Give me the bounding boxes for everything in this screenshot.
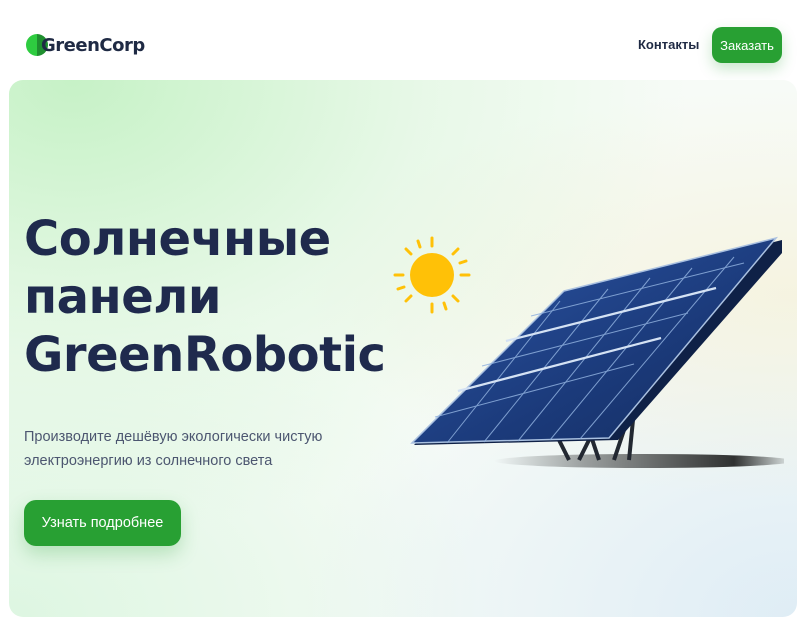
learn-more-button[interactable]: Узнать подробнее xyxy=(24,500,181,546)
hero-subtitle-line: Производите дешёвую экологически чистую xyxy=(24,429,323,445)
order-button[interactable]: Заказать xyxy=(712,27,782,63)
hero-subtitle: Производите дешёвую экологически чистую … xyxy=(24,425,354,473)
solar-panel-icon xyxy=(410,236,784,468)
logo[interactable]: GreenCorp xyxy=(26,32,145,58)
logo-text: GreenCorp xyxy=(41,34,145,56)
hero-title: Солнечные панели GreenRobotic xyxy=(24,210,404,384)
nav-link-contacts[interactable]: Контакты xyxy=(638,37,699,52)
hero-title-line: GreenRobotic xyxy=(24,327,386,383)
hero-section: Солнечные панели GreenRobotic Производит… xyxy=(9,80,797,617)
hero-title-line: Солнечные xyxy=(24,211,331,267)
hero-title-line: панели xyxy=(24,269,222,325)
site-header: GreenCorp Контакты Заказать xyxy=(0,0,807,80)
hero-subtitle-line: электроэнергию из солнечного света xyxy=(24,453,273,469)
